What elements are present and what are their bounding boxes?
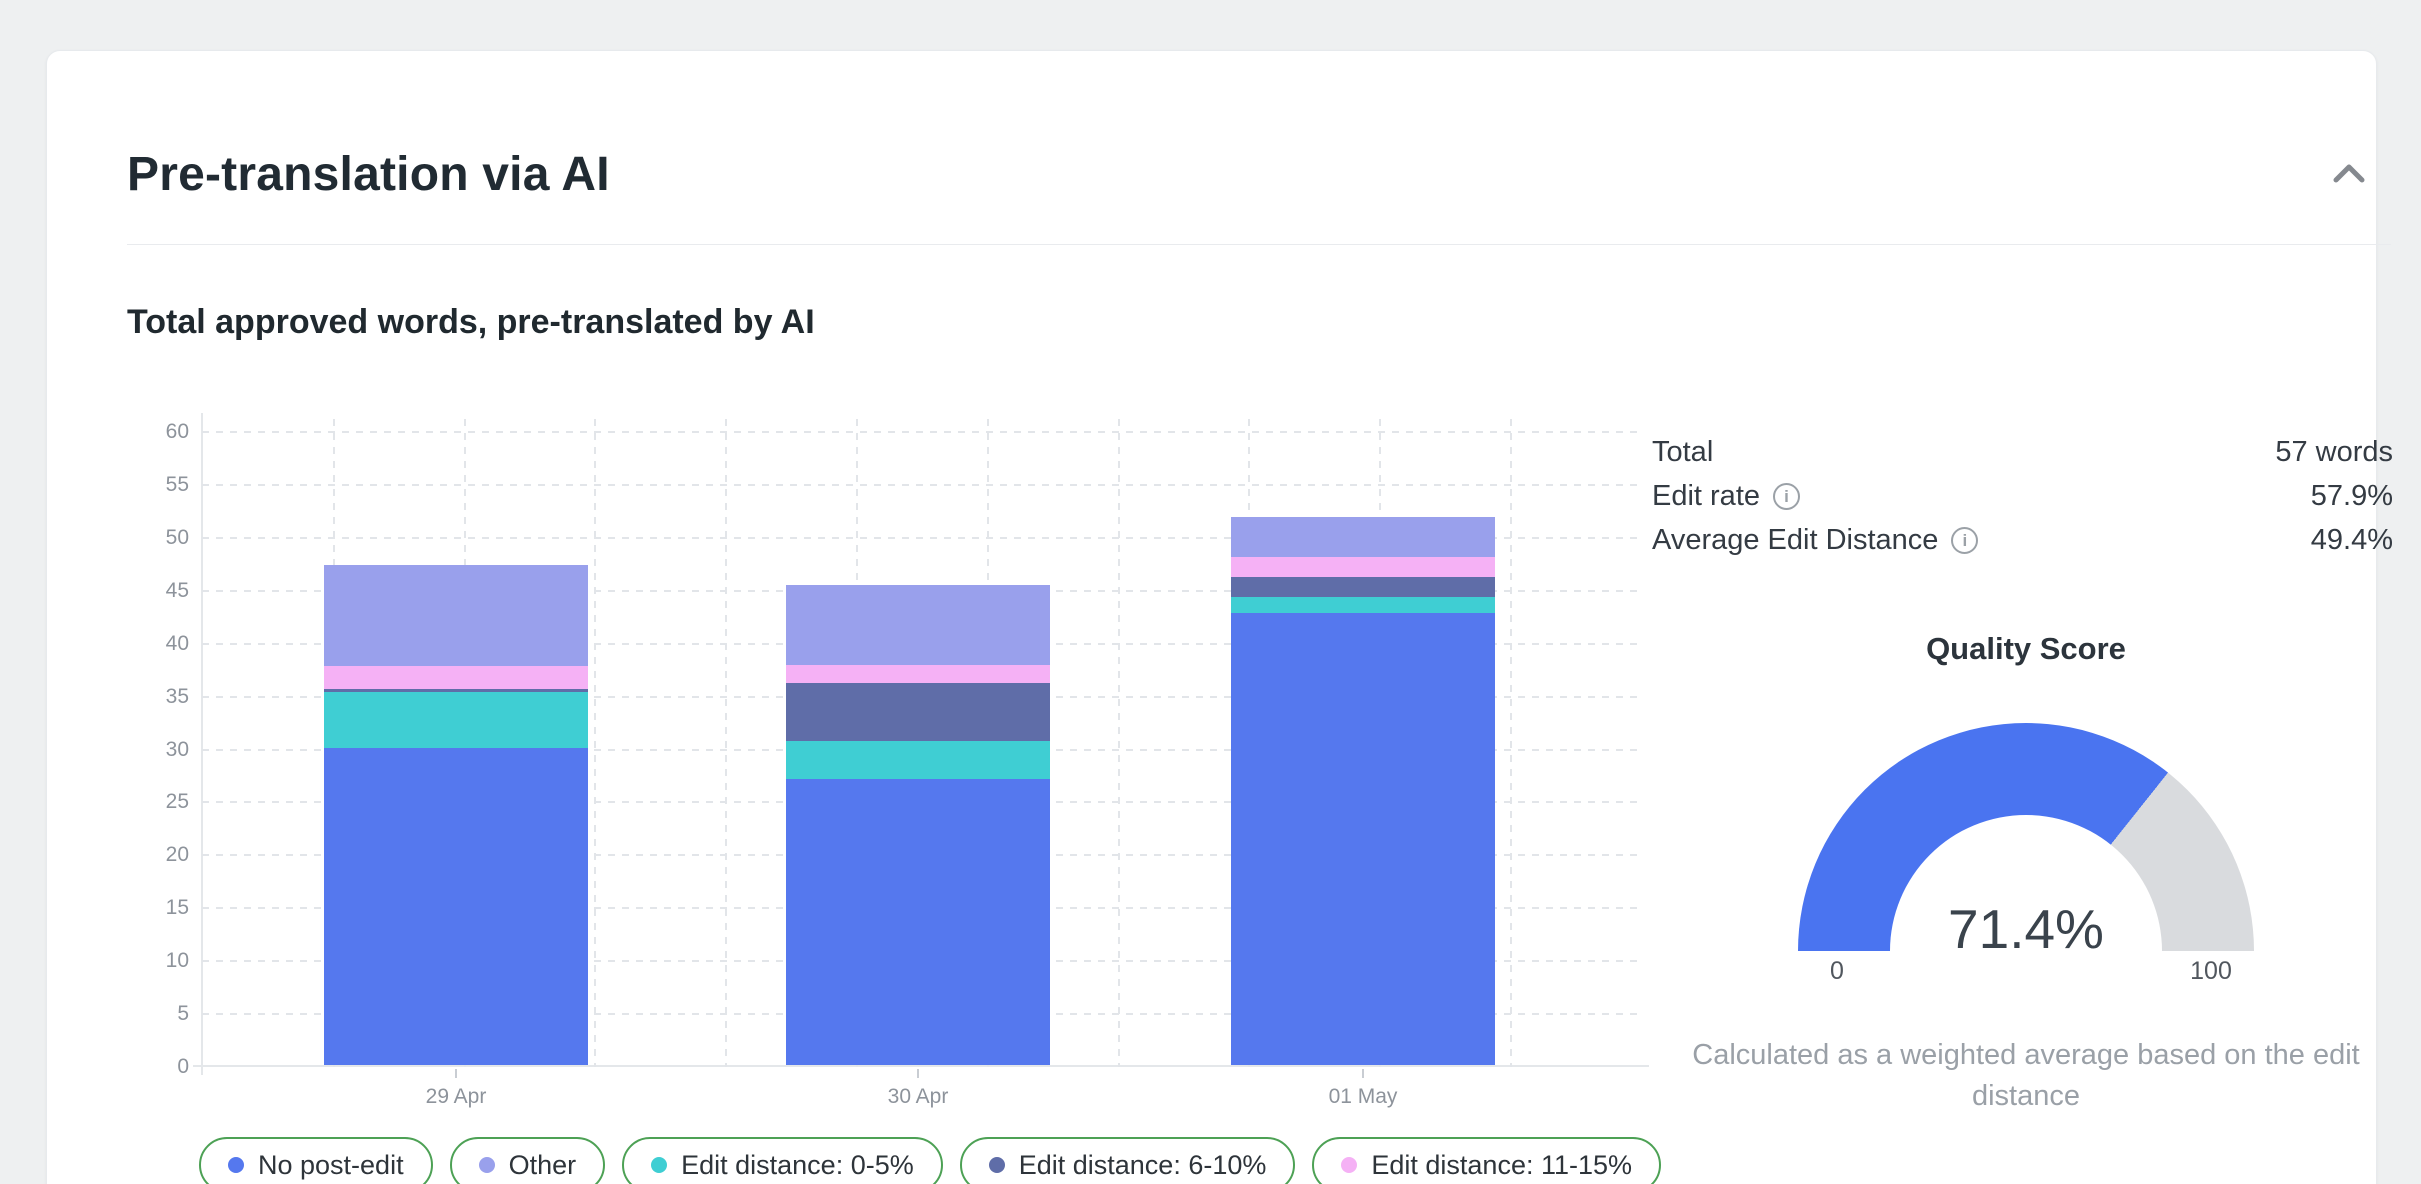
bar-segment-edit-distance-6-10[interactable] — [1231, 577, 1495, 597]
x-tick — [917, 1069, 919, 1078]
bar-segment-other[interactable] — [1231, 517, 1495, 557]
info-icon[interactable]: i — [1951, 527, 1978, 554]
y-tick-label: 10 — [105, 949, 189, 973]
legend-item-edit-distance-11-15[interactable]: Edit distance: 11-15% — [1312, 1137, 1661, 1184]
stat-label: Average Edit Distance i — [1652, 524, 1978, 557]
v-gridline — [1510, 419, 1512, 1067]
v-gridline — [725, 419, 727, 1067]
bar-segment-other[interactable] — [786, 585, 1050, 665]
stat-label-text: Total — [1652, 436, 1713, 469]
bar-segment-edit-distance-0-5[interactable] — [324, 692, 588, 747]
bar-segment-edit-distance-0-5[interactable] — [1231, 597, 1495, 613]
bar-segment-edit-distance-11-15[interactable] — [786, 665, 1050, 683]
stat-value: 57 words — [2275, 436, 2393, 469]
y-tick-label: 30 — [105, 738, 189, 762]
legend-label: Edit distance: 6-10% — [1019, 1150, 1267, 1181]
y-tick-label: 55 — [105, 473, 189, 497]
legend-label: Edit distance: 0-5% — [681, 1150, 914, 1181]
card-title: Pre-translation via AI — [127, 147, 610, 202]
h-gridline — [202, 431, 1641, 433]
legend-dot — [228, 1157, 244, 1173]
legend-item-edit-distance-0-5[interactable]: Edit distance: 0-5% — [622, 1137, 943, 1184]
stacked-bar-chart: 29 Apr30 Apr01 May — [202, 419, 1641, 1067]
y-tick-label: 50 — [105, 526, 189, 550]
y-tick-label: 60 — [105, 420, 189, 444]
legend-item-no-post-edit[interactable]: No post-edit — [199, 1137, 433, 1184]
v-gridline — [594, 419, 596, 1067]
bar-segment-edit-distance-11-15[interactable] — [324, 666, 588, 689]
stat-value: 57.9% — [2311, 480, 2393, 513]
bar-segment-edit-distance-6-10[interactable] — [786, 683, 1050, 741]
legend-label: No post-edit — [258, 1150, 404, 1181]
stat-label-text: Average Edit Distance — [1652, 524, 1938, 557]
legend-dot — [1341, 1157, 1357, 1173]
x-tick-label: 30 Apr — [818, 1085, 1018, 1109]
legend-dot — [989, 1157, 1005, 1173]
x-tick — [455, 1069, 457, 1078]
legend-dot — [651, 1157, 667, 1173]
gauge-min-label: 0 — [1802, 957, 1872, 986]
bar-segment-no-post-edit[interactable] — [324, 748, 588, 1066]
stat-row-average-edit-distance: Average Edit Distance i 49.4% — [1652, 521, 2393, 559]
gauge-title: Quality Score — [1776, 631, 2276, 667]
y-tick-label: 45 — [105, 579, 189, 603]
stat-row-total: Total 57 words — [1652, 433, 2393, 471]
bar-segment-edit-distance-6-10[interactable] — [324, 689, 588, 692]
y-axis-labels: 051015202530354045505560 — [105, 419, 189, 1067]
gauge-value: 71.4% — [1876, 897, 2176, 961]
legend-item-other[interactable]: Other — [450, 1137, 606, 1184]
chart-section-title: Total approved words, pre-translated by … — [127, 303, 815, 342]
y-tick-label: 25 — [105, 790, 189, 814]
stat-label: Total — [1652, 436, 1713, 469]
y-tick-label: 15 — [105, 896, 189, 920]
y-tick-label: 0 — [105, 1055, 189, 1079]
x-axis-line — [193, 1065, 1649, 1067]
y-tick-label: 35 — [105, 685, 189, 709]
h-gridline — [202, 484, 1641, 486]
x-tick-label: 29 Apr — [356, 1085, 556, 1109]
stat-label: Edit rate i — [1652, 480, 1800, 513]
page: { "card": { "title": "Pre-translation vi… — [0, 0, 2421, 1184]
gauge-max-label: 100 — [2171, 957, 2251, 986]
bar-segment-no-post-edit[interactable] — [1231, 613, 1495, 1065]
stat-row-edit-rate: Edit rate i 57.9% — [1652, 477, 2393, 515]
chart-legend: No post-edit Other Edit distance: 0-5% Edit… — [199, 1137, 1661, 1184]
chevron-up-icon — [2332, 162, 2366, 184]
stat-value: 49.4% — [2311, 524, 2393, 557]
bar-segment-no-post-edit[interactable] — [786, 779, 1050, 1065]
bar-segment-edit-distance-11-15[interactable] — [1231, 557, 1495, 577]
y-tick-label: 5 — [105, 1002, 189, 1026]
legend-label: Other — [509, 1150, 577, 1181]
legend-label: Edit distance: 11-15% — [1371, 1150, 1632, 1181]
pre-translation-card: Pre-translation via AI Total approved wo… — [46, 50, 2377, 1184]
gauge-caption: Calculated as a weighted average based o… — [1656, 1035, 2396, 1117]
legend-dot — [479, 1157, 495, 1173]
y-tick-label: 40 — [105, 632, 189, 656]
x-tick-label: 01 May — [1263, 1085, 1463, 1109]
x-tick — [1362, 1069, 1364, 1078]
collapse-button[interactable] — [2323, 147, 2375, 199]
y-tick-label: 20 — [105, 843, 189, 867]
legend-item-edit-distance-6-10[interactable]: Edit distance: 6-10% — [960, 1137, 1296, 1184]
header-divider — [127, 244, 2391, 245]
y-axis-line — [201, 413, 203, 1075]
bar-segment-edit-distance-0-5[interactable] — [786, 741, 1050, 779]
info-icon[interactable]: i — [1773, 483, 1800, 510]
v-gridline — [1118, 419, 1120, 1067]
stat-label-text: Edit rate — [1652, 480, 1760, 513]
bar-segment-other[interactable] — [324, 565, 588, 666]
